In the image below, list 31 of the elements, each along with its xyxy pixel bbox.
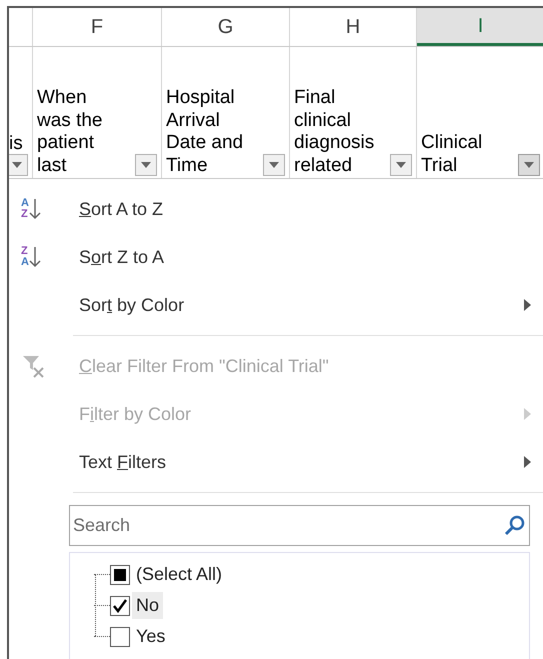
header-cell-text: Hospital Arrival Date and Time	[165, 87, 244, 178]
value-label[interactable]: No	[132, 592, 164, 619]
caret-down-icon	[524, 162, 534, 168]
filter-dropdown-button[interactable]	[518, 154, 540, 176]
checkbox[interactable]	[110, 564, 130, 584]
filter-dropdown-button[interactable]	[135, 154, 157, 176]
menu-item[interactable]: Z A Sort Z to A	[9, 233, 543, 281]
filter-dropdown-button[interactable]	[9, 154, 28, 176]
caret-down-icon	[269, 162, 279, 168]
value-label[interactable]: (Select All)	[132, 561, 226, 588]
filter-dropdown-button[interactable]	[263, 154, 285, 176]
menu-item[interactable]: Text Filters	[9, 438, 543, 486]
submenu-arrow-icon	[524, 456, 531, 468]
submenu-arrow-icon	[524, 299, 531, 311]
header-cell-text: Final clinical diagnosis related	[293, 87, 374, 178]
submenu-arrow-icon	[524, 408, 531, 420]
header-cell-text: When was the patient last	[36, 87, 102, 178]
filter-dropdown-button[interactable]	[390, 154, 412, 176]
header-cell-text: Clinical Trial	[420, 132, 482, 178]
caret-down-icon	[12, 162, 22, 168]
caret-down-icon	[141, 162, 151, 168]
header-cell-text: is	[9, 132, 23, 156]
menu-item[interactable]: Sort by Color	[9, 281, 543, 329]
checkbox[interactable]	[110, 596, 130, 616]
search-icon	[504, 514, 526, 536]
checkbox[interactable]	[110, 626, 130, 646]
search-field[interactable]: Search	[69, 505, 530, 546]
value-label[interactable]: Yes	[132, 623, 170, 650]
column-header-letter[interactable]: I	[417, 8, 543, 46]
caret-down-icon	[396, 162, 406, 168]
menu-item[interactable]: A Z Sort A to Z	[9, 185, 543, 233]
